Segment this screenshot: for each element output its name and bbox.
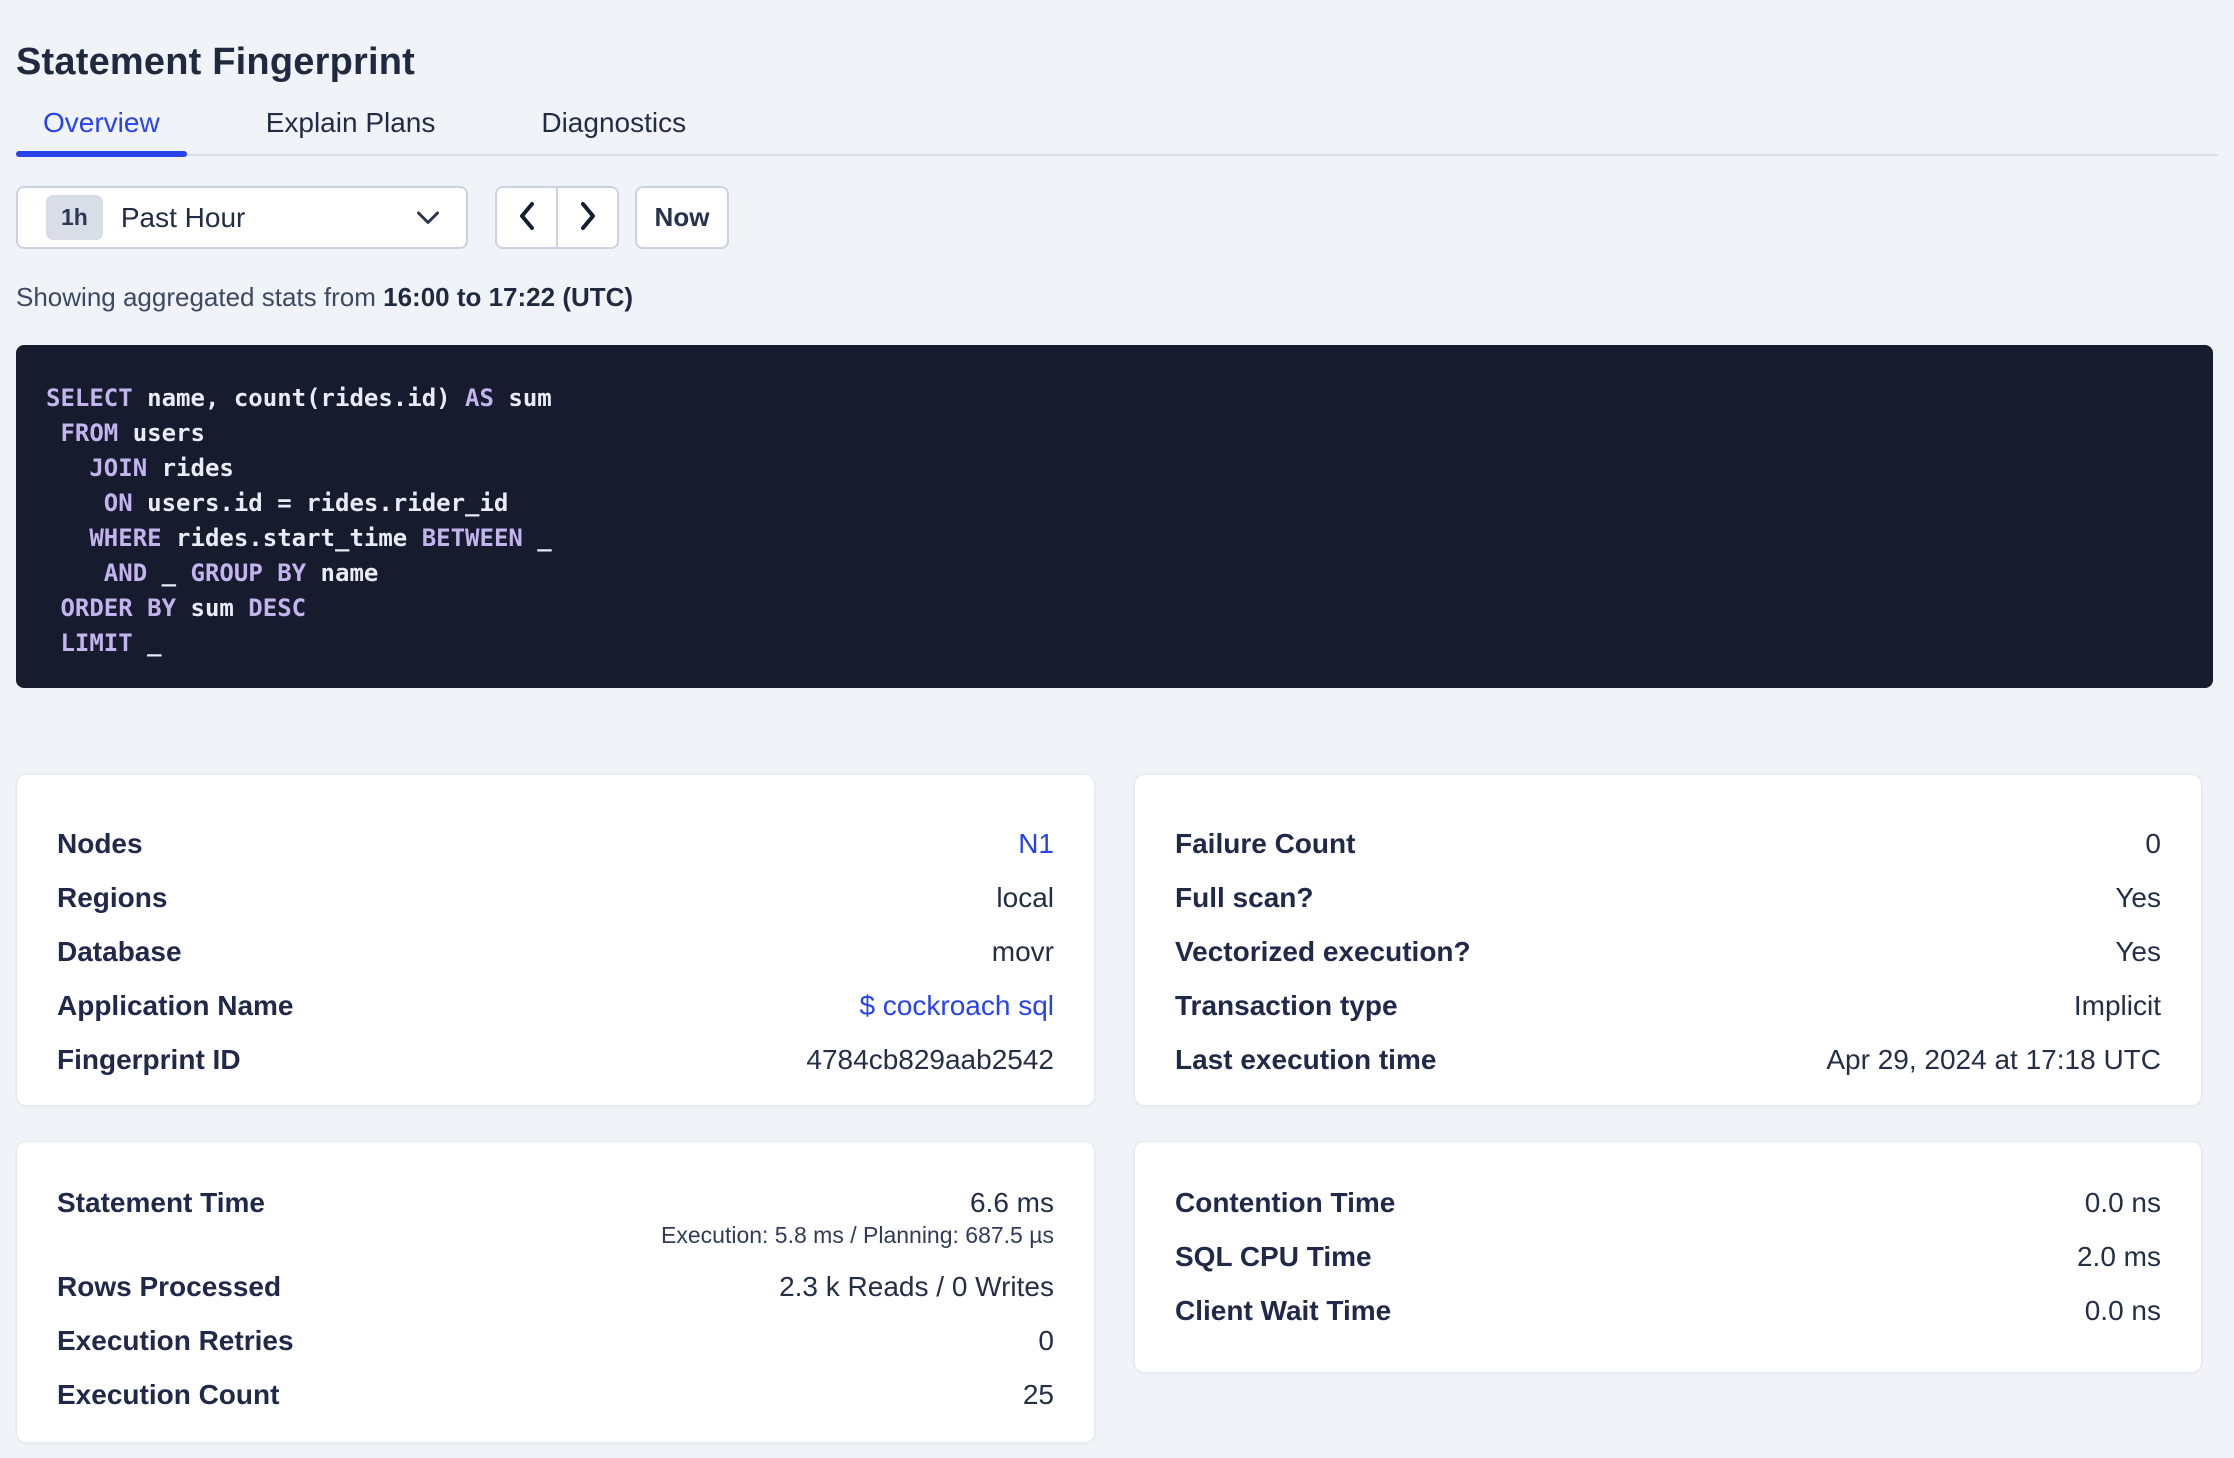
nodes-link[interactable]: N1 xyxy=(1018,828,1054,860)
timing-card: Statement Time 6.6 ms Execution: 5.8 ms … xyxy=(16,1141,1095,1443)
chevron-left-icon xyxy=(518,201,536,234)
row-label: Regions xyxy=(57,882,168,913)
summary-cards-row-2: Statement Time 6.6 ms Execution: 5.8 ms … xyxy=(16,1141,2218,1443)
row-value: 0 xyxy=(2145,828,2161,859)
row-label: Execution Count xyxy=(57,1379,280,1410)
statement-time-breakdown: Execution: 5.8 ms / Planning: 687.5 µs xyxy=(661,1222,1054,1248)
table-row: Fingerprint ID 4784cb829aab2542 xyxy=(57,1033,1054,1087)
sql-statement-box: SELECT name, count(rides.id) AS sum FROM… xyxy=(16,345,2213,688)
row-value: Implicit xyxy=(2073,990,2161,1021)
caption-time-range: 16:00 to 17:22 (UTC) xyxy=(383,282,634,312)
last-execution-time-value: Apr 29, 2024 at 17:18 UTC xyxy=(1826,1044,2161,1075)
time-range-picker[interactable]: 1h Past Hour xyxy=(16,186,468,249)
table-row: Execution Retries 0 xyxy=(57,1314,1054,1368)
time-step-buttons xyxy=(495,186,619,249)
table-row: Client Wait Time 0.0 ns xyxy=(1175,1284,2161,1338)
row-value: Yes xyxy=(2115,882,2161,913)
row-label: Database xyxy=(57,936,182,967)
application-name-link[interactable]: $ cockroach sql xyxy=(859,990,1054,1022)
statement-time-value: 6.6 ms xyxy=(969,1187,1054,1218)
chevron-right-icon xyxy=(579,201,597,234)
time-controls: 1h Past Hour Now xyxy=(16,186,2218,249)
row-value: 0 xyxy=(1038,1325,1054,1356)
row-label: SQL CPU Time xyxy=(1175,1241,1372,1272)
row-label: Execution Retries xyxy=(57,1325,294,1356)
table-row: Regions local xyxy=(57,871,1054,925)
row-label: Contention Time xyxy=(1175,1187,1396,1218)
row-value: movr xyxy=(991,936,1054,967)
table-row: Rows Processed 2.3 k Reads / 0 Writes xyxy=(57,1260,1054,1314)
execution-attributes-card: Failure Count 0 Full scan? Yes Vectorize… xyxy=(1134,774,2202,1106)
table-row: Full scan? Yes xyxy=(1175,871,2161,925)
wait-times-card: Contention Time 0.0 ns SQL CPU Time 2.0 … xyxy=(1134,1141,2202,1373)
row-value: 2.0 ms xyxy=(2076,1241,2161,1272)
tab-overview[interactable]: Overview xyxy=(16,108,187,157)
table-row: Execution Count 25 xyxy=(57,1368,1054,1422)
overview-card: Nodes N1 Regions local Database movr App… xyxy=(16,774,1095,1106)
table-row: Last execution time Apr 29, 2024 at 17:1… xyxy=(1175,1033,2161,1087)
next-time-button[interactable] xyxy=(558,188,617,247)
row-label: Nodes xyxy=(57,828,143,859)
table-row: Application Name $ cockroach sql xyxy=(57,979,1054,1033)
row-value: 0.0 ns xyxy=(2084,1187,2161,1218)
row-label: Application Name xyxy=(57,990,294,1021)
tab-explain-plans[interactable]: Explain Plans xyxy=(239,108,463,154)
table-row: Contention Time 0.0 ns xyxy=(1175,1176,2161,1230)
table-row: Nodes N1 xyxy=(57,817,1054,871)
prev-time-button[interactable] xyxy=(497,188,556,247)
row-label: Fingerprint ID xyxy=(57,1044,241,1075)
statement-fingerprint-page: Statement Fingerprint Overview Explain P… xyxy=(0,40,2234,1458)
row-label: Transaction type xyxy=(1175,990,1398,1021)
row-label: Vectorized execution? xyxy=(1175,936,1471,967)
row-label: Full scan? xyxy=(1175,882,1314,913)
row-label: Statement Time xyxy=(57,1187,265,1218)
row-value: Yes xyxy=(2115,936,2161,967)
table-row: Vectorized execution? Yes xyxy=(1175,925,2161,979)
interval-badge: 1h xyxy=(46,195,103,240)
page-title: Statement Fingerprint xyxy=(16,41,416,83)
aggregated-stats-caption: Showing aggregated stats from 16:00 to 1… xyxy=(16,281,2218,313)
caption-prefix: Showing aggregated stats from xyxy=(16,282,384,312)
row-value: local xyxy=(996,882,1054,913)
fingerprint-id-value: 4784cb829aab2542 xyxy=(806,1044,1054,1075)
tab-bar: Overview Explain Plans Diagnostics xyxy=(16,108,2218,157)
row-label: Last execution time xyxy=(1175,1044,1437,1075)
tab-diagnostics[interactable]: Diagnostics xyxy=(514,108,713,154)
time-range-label: Past Hour xyxy=(120,201,246,233)
row-label: Failure Count xyxy=(1175,828,1356,859)
row-label: Client Wait Time xyxy=(1175,1295,1392,1326)
chevron-down-icon xyxy=(416,210,440,225)
row-value: 2.3 k Reads / 0 Writes xyxy=(779,1271,1054,1302)
table-row: Failure Count 0 xyxy=(1175,817,2161,871)
table-row: Transaction type Implicit xyxy=(1175,979,2161,1033)
row-value: 25 xyxy=(1022,1379,1054,1410)
table-row: SQL CPU Time 2.0 ms xyxy=(1175,1230,2161,1284)
summary-cards-row-1: Nodes N1 Regions local Database movr App… xyxy=(16,774,2218,1106)
now-button[interactable]: Now xyxy=(635,186,729,249)
table-row: Database movr xyxy=(57,925,1054,979)
row-value: 0.0 ns xyxy=(2084,1295,2161,1326)
row-label: Rows Processed xyxy=(57,1271,282,1302)
